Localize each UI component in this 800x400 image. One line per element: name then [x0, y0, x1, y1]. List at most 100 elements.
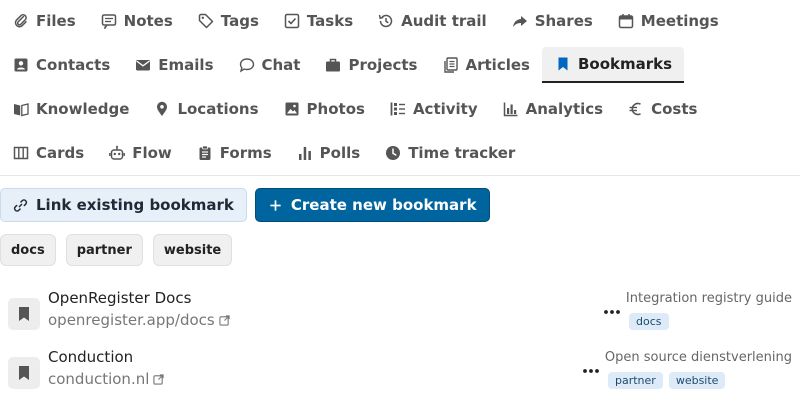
- bookmark-url: conduction.nl: [48, 370, 150, 388]
- plus-icon: [268, 198, 283, 213]
- tab-label: Chat: [261, 56, 301, 74]
- tab-notes[interactable]: Notes: [88, 3, 185, 39]
- tab-audit-trail[interactable]: Audit trail: [365, 3, 499, 39]
- tab-label: Projects: [348, 56, 418, 74]
- tab-tasks[interactable]: Tasks: [271, 3, 365, 39]
- tab-label: Flow: [132, 144, 172, 162]
- tab-label: Costs: [651, 100, 698, 118]
- bookmark-tags: docs: [629, 313, 675, 330]
- tab-analytics[interactable]: Analytics: [490, 91, 615, 127]
- tab-projects[interactable]: Projects: [312, 47, 429, 83]
- bookmark-description: Open source dienstverlening: [604, 350, 792, 365]
- tab-bar: Files Notes Tags Tasks Audit trail Share…: [0, 0, 800, 176]
- tab-shares[interactable]: Shares: [499, 3, 605, 39]
- tab-locations[interactable]: Locations: [141, 91, 270, 127]
- external-link-icon: [219, 314, 230, 326]
- activity-icon: [389, 100, 407, 118]
- tab-costs[interactable]: Costs: [615, 91, 709, 127]
- tab-row-3: Knowledge Locations Photos Activity Anal…: [0, 91, 709, 127]
- link-icon: [13, 198, 28, 213]
- tab-forms[interactable]: Forms: [184, 135, 284, 171]
- bar-chart-icon: [502, 100, 520, 118]
- create-new-label: Create new bookmark: [290, 196, 477, 214]
- tab-tags[interactable]: Tags: [185, 3, 271, 39]
- bookmark-item[interactable]: OpenRegister Docs openregister.app/docs …: [0, 289, 800, 339]
- clipboard-icon: [196, 144, 214, 162]
- tab-time-tracker[interactable]: Time tracker: [372, 135, 527, 171]
- book-open-icon: [12, 100, 30, 118]
- tab-meetings[interactable]: Meetings: [605, 3, 731, 39]
- link-existing-label: Link existing bookmark: [36, 196, 234, 214]
- tab-emails[interactable]: Emails: [122, 47, 225, 83]
- columns-icon: [12, 144, 30, 162]
- tab-label: Articles: [465, 56, 530, 74]
- tab-articles[interactable]: Articles: [430, 47, 542, 83]
- tab-row-4: Cards Flow Forms Polls Time tracker: [0, 135, 527, 171]
- ellipsis-icon: [583, 369, 599, 373]
- bookmark-tag: partner: [608, 372, 663, 389]
- filter-chip-partner[interactable]: partner: [65, 234, 143, 266]
- bookmark-actions: Link existing bookmark Create new bookma…: [0, 188, 490, 222]
- tab-chat[interactable]: Chat: [226, 47, 313, 83]
- tab-label: Activity: [412, 100, 478, 118]
- tab-label: Meetings: [640, 12, 719, 30]
- image-icon: [283, 100, 301, 118]
- bookmark-title[interactable]: OpenRegister Docs: [48, 289, 191, 307]
- ellipsis-icon: [604, 310, 620, 314]
- filter-chip-docs[interactable]: docs: [0, 234, 56, 266]
- euro-icon: [627, 100, 645, 118]
- bookmark-title[interactable]: Conduction: [48, 348, 133, 366]
- tab-label: Tags: [220, 12, 259, 30]
- poll-icon: [296, 144, 314, 162]
- tab-label: Locations: [177, 100, 259, 118]
- tab-cards[interactable]: Cards: [0, 135, 96, 171]
- bookmark-icon: [8, 298, 40, 330]
- tab-label: Audit trail: [401, 12, 487, 30]
- tab-label: Analytics: [525, 100, 604, 118]
- bookmark-icon: [554, 55, 572, 73]
- bookmark-url: openregister.app/docs: [48, 311, 215, 329]
- bookmark-item[interactable]: Conduction conduction.nl Open source die…: [0, 348, 800, 398]
- chat-bubble-icon: [238, 56, 256, 74]
- tab-label: Tasks: [306, 12, 354, 30]
- filter-chip-website[interactable]: website: [152, 234, 233, 266]
- tab-label: Emails: [158, 56, 214, 74]
- link-existing-bookmark-button[interactable]: Link existing bookmark: [0, 188, 247, 222]
- tab-flow[interactable]: Flow: [96, 135, 184, 171]
- tab-row-2: Contacts Emails Chat Projects Articles B…: [0, 47, 685, 83]
- tab-label: Forms: [219, 144, 272, 162]
- bookmark-tag: website: [668, 372, 726, 389]
- tag-icon: [197, 12, 215, 30]
- envelope-icon: [134, 56, 152, 74]
- bookmark-url-link[interactable]: conduction.nl: [48, 370, 165, 388]
- tab-label: Shares: [534, 12, 593, 30]
- tab-polls[interactable]: Polls: [284, 135, 373, 171]
- briefcase-icon: [324, 56, 342, 74]
- more-actions-button[interactable]: [601, 301, 623, 323]
- external-link-icon: [153, 373, 165, 385]
- bookmark-icon: [8, 357, 40, 389]
- tab-activity[interactable]: Activity: [377, 91, 490, 127]
- contact-card-icon: [12, 56, 30, 74]
- tab-label: Knowledge: [36, 100, 130, 118]
- tab-contacts[interactable]: Contacts: [0, 47, 122, 83]
- tab-files[interactable]: Files: [0, 3, 88, 39]
- tab-label: Notes: [123, 12, 173, 30]
- more-actions-button[interactable]: [580, 360, 602, 382]
- tab-bookmarks[interactable]: Bookmarks: [541, 47, 685, 83]
- bookmark-description: Integration registry guide: [625, 291, 792, 306]
- checkbox-icon: [283, 12, 301, 30]
- map-pin-icon: [153, 100, 171, 118]
- tab-label: Time tracker: [408, 144, 516, 162]
- tab-photos[interactable]: Photos: [271, 91, 377, 127]
- create-new-bookmark-button[interactable]: Create new bookmark: [254, 188, 490, 222]
- document-icon: [442, 56, 460, 74]
- tab-label: Photos: [306, 100, 365, 118]
- tab-knowledge[interactable]: Knowledge: [0, 91, 141, 127]
- bookmark-url-link[interactable]: openregister.app/docs: [48, 311, 230, 329]
- bookmark-tag: docs: [629, 313, 669, 330]
- tab-row-1: Files Notes Tags Tasks Audit trail Share…: [0, 3, 731, 39]
- tab-label: Cards: [36, 144, 85, 162]
- history-icon: [377, 12, 395, 30]
- tag-filter-bar: docs partner website: [0, 234, 242, 266]
